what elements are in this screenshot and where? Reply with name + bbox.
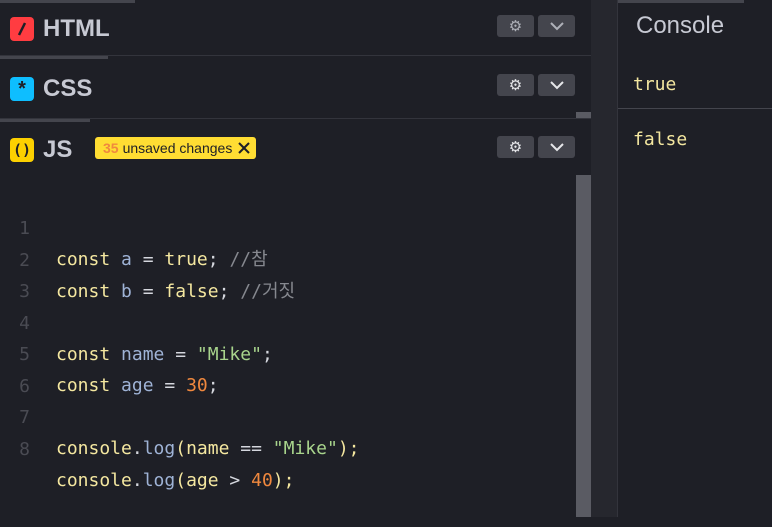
code-line: 7 console.log(name == "Mike"); (0, 371, 359, 459)
code-line: 3 (0, 245, 65, 302)
semicolon: ; (207, 249, 219, 270)
code-line: 6 (0, 340, 65, 397)
object: console (56, 438, 132, 459)
console-tab-indicator (618, 0, 744, 3)
tab-css[interactable]: * CSS (0, 56, 108, 118)
gear-icon: ⚙ (508, 139, 523, 156)
js-code-editor[interactable]: 1 const a = true; //참 2 const b = false;… (0, 178, 576, 517)
js-panel-header: () JS ⚙ (0, 119, 591, 177)
code-line: 1 const a = true; //참 (0, 182, 268, 270)
editor-area: HTML ⚙ * CSS ⚙ () JS ⚙ 35 unsaved change… (0, 0, 591, 517)
semicolon: ; (218, 281, 230, 302)
comment: //참 (229, 249, 268, 270)
paren-close: ); (337, 438, 360, 459)
unsaved-changes-badge[interactable]: 35 unsaved changes (95, 137, 257, 159)
code-line: 8 console.log(age > 40); (0, 403, 294, 491)
tab-html[interactable]: HTML (0, 0, 135, 54)
chevron-down-icon (549, 142, 564, 151)
paren-open: ( (175, 438, 187, 459)
html-controls: ⚙ (497, 15, 575, 37)
operator: = (142, 281, 154, 302)
console-separator (618, 108, 772, 109)
asterisk-icon: * (10, 76, 34, 101)
gear-icon: ⚙ (508, 18, 523, 35)
html-collapse-button[interactable] (538, 15, 575, 37)
paren-close: ); (272, 470, 295, 491)
close-icon[interactable] (238, 142, 251, 154)
console-output: true (633, 74, 677, 95)
operator: = (164, 375, 176, 396)
operator: > (229, 470, 241, 491)
parens-icon: () (10, 137, 34, 162)
semicolon: ; (261, 344, 273, 365)
html-settings-button[interactable]: ⚙ (497, 15, 534, 37)
object: console (56, 470, 132, 491)
code-line: 2 const b = false; //거짓 (0, 214, 295, 302)
js-controls: ⚙ (497, 136, 575, 158)
boolean: false (164, 281, 219, 302)
dot: . (131, 438, 143, 459)
code-line: 5 const age = 30; (0, 308, 218, 396)
css-controls: ⚙ (497, 74, 575, 96)
tab-js[interactable]: () JS (0, 119, 90, 177)
code-line: 4 const name = "Mike"; (0, 277, 273, 365)
argument: age (186, 470, 219, 491)
css-scrollbar[interactable] (576, 112, 591, 118)
chevron-down-icon (549, 21, 564, 30)
variable: a (121, 249, 132, 270)
operator: == (240, 438, 262, 459)
variable: name (121, 344, 165, 365)
line-number: 8 (19, 439, 30, 460)
js-collapse-button[interactable] (538, 136, 575, 158)
html-panel-header: HTML ⚙ (0, 0, 591, 56)
js-settings-button[interactable]: ⚙ (497, 136, 534, 158)
unsaved-text: unsaved changes (122, 140, 233, 156)
console-title: Console (636, 12, 725, 39)
string: "Mike" (196, 344, 262, 365)
gear-icon: ⚙ (508, 77, 523, 94)
semicolon: ; (207, 375, 219, 396)
console-panel: Console true false (618, 0, 772, 517)
variable: age (121, 375, 154, 396)
variable: b (121, 281, 132, 302)
operator: = (175, 344, 187, 365)
string: "Mike" (272, 438, 338, 459)
function: log (142, 438, 176, 459)
number: 30 (186, 375, 208, 396)
console-output: false (633, 129, 688, 150)
css-panel-header: * CSS ⚙ (0, 56, 591, 119)
resize-divider[interactable] (591, 0, 618, 517)
operator: = (142, 249, 154, 270)
tab-css-label: CSS (43, 74, 93, 102)
number: 40 (251, 470, 273, 491)
slash-icon (10, 16, 34, 41)
css-collapse-button[interactable] (538, 74, 575, 96)
tab-js-label: JS (43, 135, 73, 163)
comment: //거짓 (240, 281, 296, 302)
boolean: true (164, 249, 208, 270)
chevron-down-icon (549, 80, 564, 89)
dot: . (131, 470, 143, 491)
css-settings-button[interactable]: ⚙ (497, 74, 534, 96)
tab-html-label: HTML (43, 14, 110, 42)
paren-open: ( (175, 470, 187, 491)
argument: name (186, 438, 230, 459)
js-scrollbar[interactable] (576, 175, 591, 517)
unsaved-count: 35 (103, 140, 119, 156)
function: log (142, 470, 176, 491)
